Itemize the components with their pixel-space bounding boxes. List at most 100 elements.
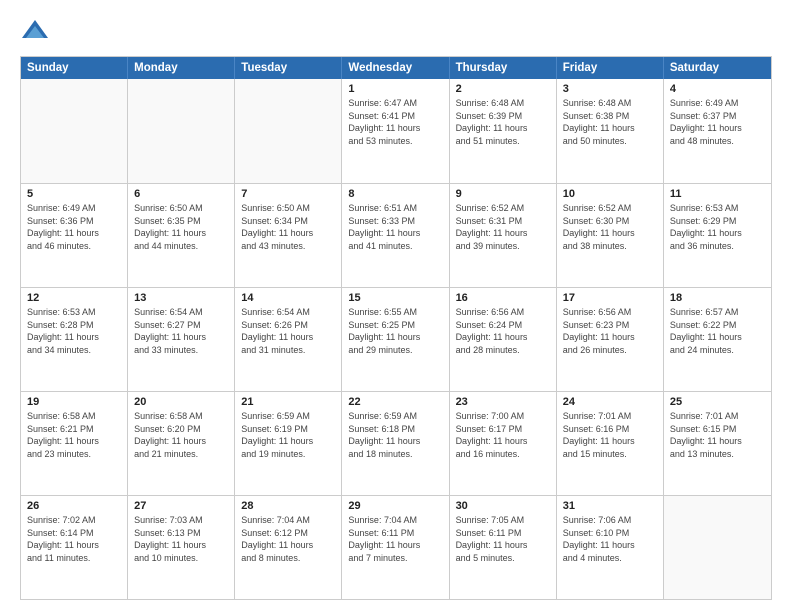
- weekday-header: Thursday: [450, 57, 557, 79]
- calendar-row: 26 Sunrise: 7:02 AM Sunset: 6:14 PM Dayli…: [21, 495, 771, 599]
- calendar-cell: 30 Sunrise: 7:05 AM Sunset: 6:11 PM Dayli…: [450, 496, 557, 599]
- day-info: Sunrise: 6:56 AM Sunset: 6:24 PM Dayligh…: [456, 306, 550, 356]
- day-number: 7: [241, 188, 335, 200]
- calendar-cell: 20Sunrise: 6:58 AM Sunset: 6:20 PM Dayli…: [128, 392, 235, 495]
- calendar-cell: 25 Sunrise: 7:01 AM Sunset: 6:15 PM Dayli…: [664, 392, 771, 495]
- calendar-cell: 16 Sunrise: 6:56 AM Sunset: 6:24 PM Dayli…: [450, 288, 557, 391]
- day-number: 26: [27, 500, 121, 512]
- day-number: 9: [456, 188, 550, 200]
- calendar-cell: [21, 79, 128, 183]
- calendar-cell: 18Sunrise: 6:57 AM Sunset: 6:22 PM Dayli…: [664, 288, 771, 391]
- calendar-cell: 4 Sunrise: 6:49 AM Sunset: 6:37 PM Daylig…: [664, 79, 771, 183]
- calendar-cell: 31 Sunrise: 7:06 AM Sunset: 6:10 PM Dayli…: [557, 496, 664, 599]
- day-info: Sunrise: 7:05 AM Sunset: 6:11 PM Dayligh…: [456, 514, 550, 564]
- calendar-cell: 12 Sunrise: 6:53 AM Sunset: 6:28 PM Dayli…: [21, 288, 128, 391]
- calendar-cell: 27Sunrise: 7:03 AM Sunset: 6:13 PM Dayli…: [128, 496, 235, 599]
- day-info: Sunrise: 6:58 AM Sunset: 6:21 PM Dayligh…: [27, 410, 121, 460]
- day-info: Sunrise: 6:58 AM Sunset: 6:20 PM Dayligh…: [134, 410, 228, 460]
- day-info: Sunrise: 6:50 AM Sunset: 6:34 PM Dayligh…: [241, 202, 335, 252]
- calendar-cell: 8 Sunrise: 6:51 AM Sunset: 6:33 PM Daylig…: [342, 184, 449, 287]
- day-info: Sunrise: 6:59 AM Sunset: 6:18 PM Dayligh…: [348, 410, 442, 460]
- calendar-header: SundayMondayTuesdayWednesdayThursdayFrid…: [21, 57, 771, 79]
- calendar-cell: 2 Sunrise: 6:48 AM Sunset: 6:39 PM Daylig…: [450, 79, 557, 183]
- day-number: 25: [670, 396, 765, 408]
- day-info: Sunrise: 6:59 AM Sunset: 6:19 PM Dayligh…: [241, 410, 335, 460]
- calendar-cell: 24 Sunrise: 7:01 AM Sunset: 6:16 PM Dayli…: [557, 392, 664, 495]
- day-number: 1: [348, 83, 442, 95]
- day-number: 10: [563, 188, 657, 200]
- calendar-cell: 29 Sunrise: 7:04 AM Sunset: 6:11 PM Dayli…: [342, 496, 449, 599]
- day-info: Sunrise: 6:49 AM Sunset: 6:37 PM Dayligh…: [670, 97, 765, 147]
- weekday-header: Saturday: [664, 57, 771, 79]
- day-number: 4: [670, 83, 765, 95]
- day-info: Sunrise: 6:53 AM Sunset: 6:29 PM Dayligh…: [670, 202, 765, 252]
- day-number: 24: [563, 396, 657, 408]
- day-info: Sunrise: 7:03 AM Sunset: 6:13 PM Dayligh…: [134, 514, 228, 564]
- day-info: Sunrise: 6:55 AM Sunset: 6:25 PM Dayligh…: [348, 306, 442, 356]
- day-info: Sunrise: 7:02 AM Sunset: 6:14 PM Dayligh…: [27, 514, 121, 564]
- day-info: Sunrise: 6:56 AM Sunset: 6:23 PM Dayligh…: [563, 306, 657, 356]
- calendar-cell: 13 Sunrise: 6:54 AM Sunset: 6:27 PM Dayli…: [128, 288, 235, 391]
- day-info: Sunrise: 7:06 AM Sunset: 6:10 PM Dayligh…: [563, 514, 657, 564]
- calendar-cell: 1 Sunrise: 6:47 AM Sunset: 6:41 PM Daylig…: [342, 79, 449, 183]
- day-number: 21: [241, 396, 335, 408]
- calendar-cell: [235, 79, 342, 183]
- calendar-cell: 19 Sunrise: 6:58 AM Sunset: 6:21 PM Dayli…: [21, 392, 128, 495]
- day-info: Sunrise: 6:54 AM Sunset: 6:27 PM Dayligh…: [134, 306, 228, 356]
- day-number: 2: [456, 83, 550, 95]
- calendar-cell: 22Sunrise: 6:59 AM Sunset: 6:18 PM Dayli…: [342, 392, 449, 495]
- calendar-cell: 21 Sunrise: 6:59 AM Sunset: 6:19 PM Dayli…: [235, 392, 342, 495]
- day-number: 14: [241, 292, 335, 304]
- weekday-header: Sunday: [21, 57, 128, 79]
- calendar-cell: 17 Sunrise: 6:56 AM Sunset: 6:23 PM Dayli…: [557, 288, 664, 391]
- calendar-cell: [128, 79, 235, 183]
- day-info: Sunrise: 7:01 AM Sunset: 6:15 PM Dayligh…: [670, 410, 765, 460]
- calendar-cell: [664, 496, 771, 599]
- day-info: Sunrise: 7:04 AM Sunset: 6:11 PM Dayligh…: [348, 514, 442, 564]
- day-info: Sunrise: 6:57 AM Sunset: 6:22 PM Dayligh…: [670, 306, 765, 356]
- day-info: Sunrise: 6:51 AM Sunset: 6:33 PM Dayligh…: [348, 202, 442, 252]
- calendar-cell: 5 Sunrise: 6:49 AM Sunset: 6:36 PM Daylig…: [21, 184, 128, 287]
- day-info: Sunrise: 7:01 AM Sunset: 6:16 PM Dayligh…: [563, 410, 657, 460]
- day-number: 5: [27, 188, 121, 200]
- day-number: 11: [670, 188, 765, 200]
- calendar-cell: 14 Sunrise: 6:54 AM Sunset: 6:26 PM Dayli…: [235, 288, 342, 391]
- day-info: Sunrise: 6:48 AM Sunset: 6:39 PM Dayligh…: [456, 97, 550, 147]
- day-number: 17: [563, 292, 657, 304]
- day-number: 12: [27, 292, 121, 304]
- calendar-cell: 7 Sunrise: 6:50 AM Sunset: 6:34 PM Daylig…: [235, 184, 342, 287]
- day-number: 30: [456, 500, 550, 512]
- day-number: 19: [27, 396, 121, 408]
- calendar-row: 5 Sunrise: 6:49 AM Sunset: 6:36 PM Daylig…: [21, 183, 771, 287]
- calendar-cell: 9Sunrise: 6:52 AM Sunset: 6:31 PM Daylig…: [450, 184, 557, 287]
- weekday-header: Wednesday: [342, 57, 449, 79]
- day-number: 28: [241, 500, 335, 512]
- calendar-cell: 3Sunrise: 6:48 AM Sunset: 6:38 PM Daylig…: [557, 79, 664, 183]
- day-info: Sunrise: 7:00 AM Sunset: 6:17 PM Dayligh…: [456, 410, 550, 460]
- day-number: 8: [348, 188, 442, 200]
- day-number: 29: [348, 500, 442, 512]
- day-info: Sunrise: 6:52 AM Sunset: 6:30 PM Dayligh…: [563, 202, 657, 252]
- day-info: Sunrise: 6:50 AM Sunset: 6:35 PM Dayligh…: [134, 202, 228, 252]
- calendar-row: 19 Sunrise: 6:58 AM Sunset: 6:21 PM Dayli…: [21, 391, 771, 495]
- day-info: Sunrise: 7:04 AM Sunset: 6:12 PM Dayligh…: [241, 514, 335, 564]
- logo-icon: [20, 16, 50, 46]
- weekday-header: Tuesday: [235, 57, 342, 79]
- calendar-cell: 15Sunrise: 6:55 AM Sunset: 6:25 PM Dayli…: [342, 288, 449, 391]
- calendar-cell: 10 Sunrise: 6:52 AM Sunset: 6:30 PM Dayli…: [557, 184, 664, 287]
- day-info: Sunrise: 6:54 AM Sunset: 6:26 PM Dayligh…: [241, 306, 335, 356]
- calendar: SundayMondayTuesdayWednesdayThursdayFrid…: [20, 56, 772, 600]
- calendar-cell: 11 Sunrise: 6:53 AM Sunset: 6:29 PM Dayli…: [664, 184, 771, 287]
- logo: [20, 16, 54, 46]
- day-info: Sunrise: 6:53 AM Sunset: 6:28 PM Dayligh…: [27, 306, 121, 356]
- calendar-body: 1 Sunrise: 6:47 AM Sunset: 6:41 PM Daylig…: [21, 79, 771, 599]
- day-info: Sunrise: 6:47 AM Sunset: 6:41 PM Dayligh…: [348, 97, 442, 147]
- day-number: 31: [563, 500, 657, 512]
- day-number: 16: [456, 292, 550, 304]
- day-number: 6: [134, 188, 228, 200]
- day-info: Sunrise: 6:48 AM Sunset: 6:38 PM Dayligh…: [563, 97, 657, 147]
- day-info: Sunrise: 6:49 AM Sunset: 6:36 PM Dayligh…: [27, 202, 121, 252]
- calendar-cell: 26 Sunrise: 7:02 AM Sunset: 6:14 PM Dayli…: [21, 496, 128, 599]
- day-number: 13: [134, 292, 228, 304]
- day-number: 23: [456, 396, 550, 408]
